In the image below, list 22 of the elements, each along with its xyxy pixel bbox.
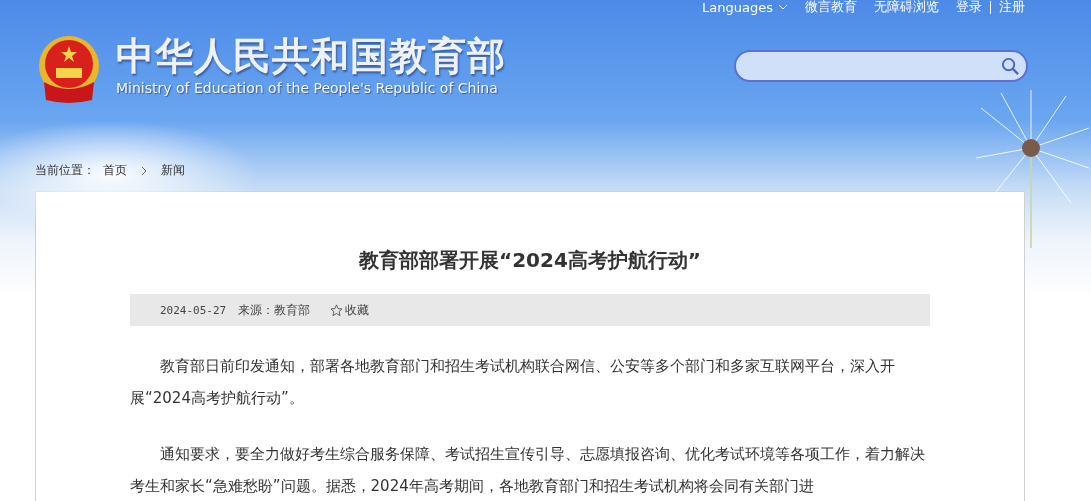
top-nav-link[interactable]: 无障碍浏览 bbox=[874, 0, 939, 16]
chevron-right-icon bbox=[141, 165, 147, 176]
top-nav-link[interactable]: 注册 bbox=[999, 0, 1025, 16]
top-nav-link[interactable]: 登录 bbox=[956, 0, 982, 16]
article-paragraph: 通知要求，要全力做好考生综合服务保障、考试招生宣传引导、志愿填报咨询、优化考试环境等各项工作，着力解决考生和家长“急难愁盼”问题。据悉，2024年高考期间，各地教育部门和招生考试机构将会同有关部门进 bbox=[130, 444, 926, 497]
site-subtitle: Ministry of Education of the People's Republic of China bbox=[116, 80, 499, 96]
breadcrumb-link[interactable]: 首页 bbox=[103, 162, 127, 179]
article-title: 教育部部署开展“2024高考护航行动” bbox=[358, 247, 702, 274]
favorite-button[interactable]: 收藏 bbox=[330, 301, 370, 319]
publish-date: 2024-05-27 bbox=[160, 303, 227, 317]
emblem-icon bbox=[36, 34, 102, 104]
breadcrumb-link[interactable]: 新闻 bbox=[161, 162, 185, 179]
top-nav-link[interactable]: Languages bbox=[702, 0, 788, 15]
article-paragraph: 教育部日前印发通知，部署各地教育部门和招生考试机构联合网信、公安等多个部门和多家互联网平台，深入开展“2024高考护航行动”。 bbox=[130, 356, 896, 409]
search-icon bbox=[1001, 56, 1020, 76]
chevron-down-icon bbox=[778, 4, 788, 10]
top-nav-link[interactable]: 微言教育 bbox=[805, 0, 857, 16]
site-title: 中华人民共和国教育部 bbox=[116, 34, 506, 78]
search-field[interactable] bbox=[734, 50, 1028, 82]
article-source: 来源：教育部 bbox=[238, 301, 311, 319]
breadcrumb-label: 当前位置： bbox=[35, 162, 95, 179]
star-icon bbox=[330, 303, 344, 317]
